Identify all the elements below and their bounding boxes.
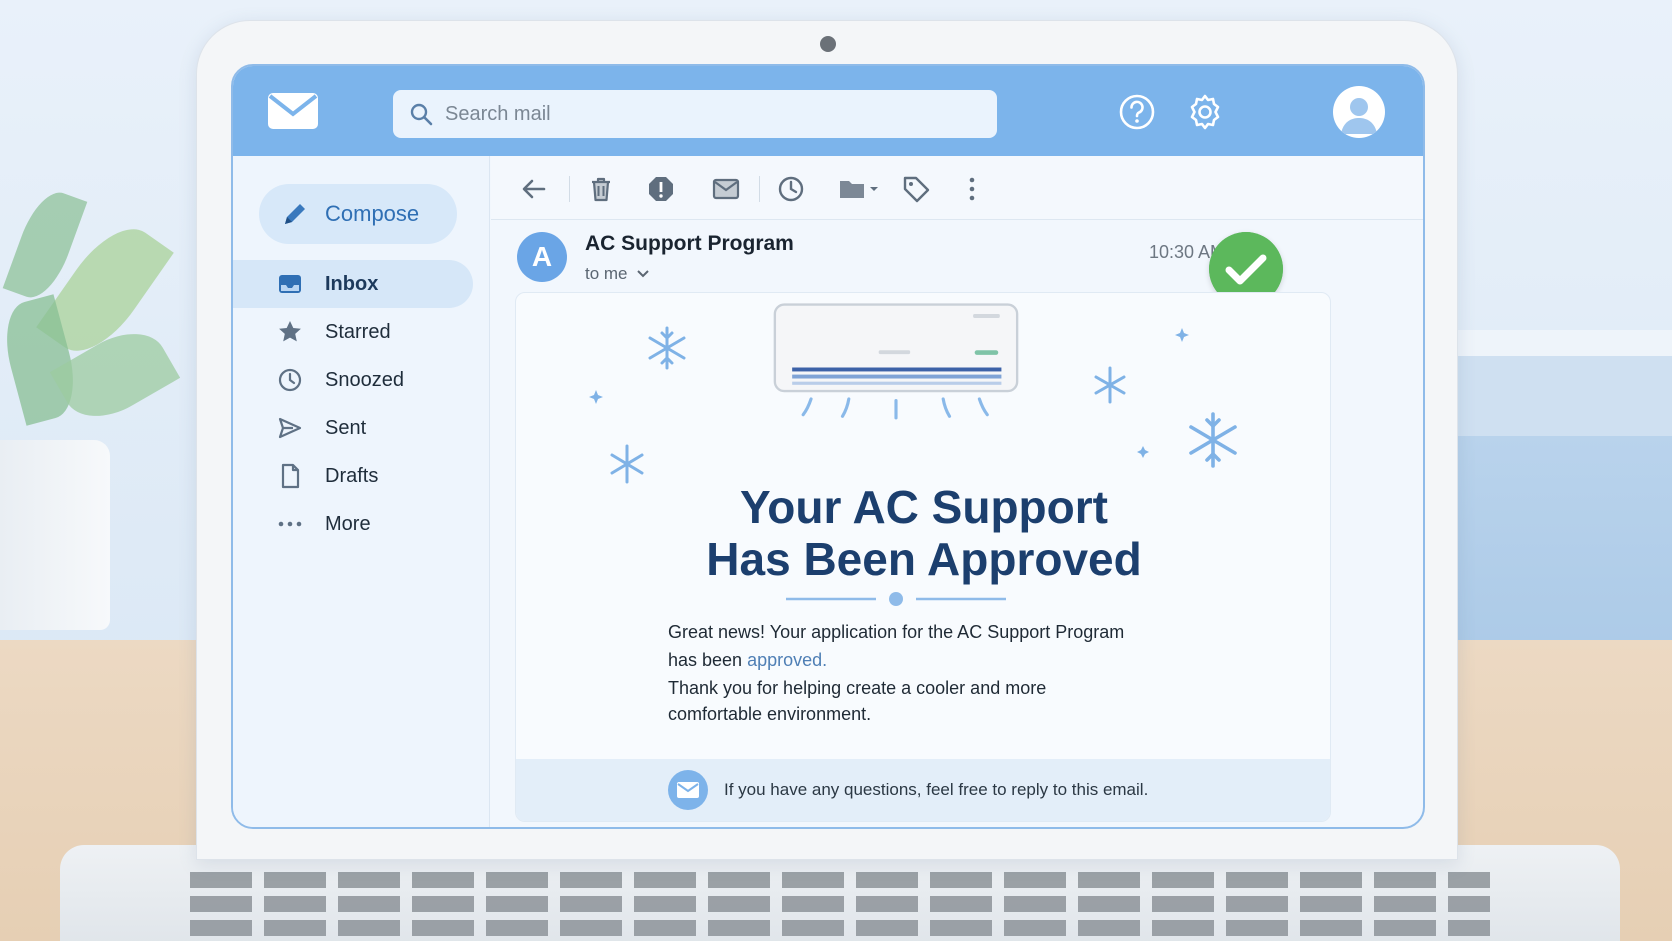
search-input[interactable] (445, 102, 965, 126)
sender-name: AC Support Program (585, 232, 794, 255)
sidebar-item-sent[interactable]: Sent (233, 404, 473, 452)
snowflake-icon (610, 444, 644, 484)
snowflake-icon (1189, 412, 1237, 468)
recipient-label: to me (585, 264, 628, 283)
approved-highlight: approved. (747, 650, 828, 670)
inbox-icon (279, 275, 301, 293)
search-icon[interactable] (409, 102, 433, 126)
search-bar[interactable] (393, 90, 997, 138)
email-body-text: Great news! Your application for the AC … (668, 618, 1228, 726)
sidebar-item-label: Drafts (325, 464, 379, 487)
app-header (233, 66, 1423, 156)
more-vert-icon[interactable] (957, 174, 987, 204)
plant-pot (0, 440, 110, 630)
footer-text: If you have any questions, feel free to … (724, 780, 1149, 799)
move-folder-icon[interactable] (837, 174, 881, 204)
back-arrow-icon[interactable] (519, 174, 549, 204)
body-line: Thank you for helping create a cooler an… (668, 678, 1047, 698)
label-tag-icon[interactable] (901, 174, 931, 204)
headline-line: Has Been Approved (706, 533, 1142, 585)
sidebar-item-more[interactable]: More (233, 500, 473, 548)
mail-logo-icon[interactable] (267, 92, 319, 130)
sidebar-item-label: Snoozed (325, 368, 404, 391)
settings-gear-icon[interactable] (1185, 92, 1225, 132)
envelope-icon (668, 770, 708, 810)
snowflake-icon (1094, 366, 1126, 404)
clock-icon (278, 368, 302, 392)
sidebar-item-label: Inbox (325, 272, 379, 295)
body-line: Great news! Your application for the AC … (668, 622, 1125, 642)
mail-app-window: Compose Inbox Starred Snoozed (231, 64, 1425, 829)
sidebar-item-drafts[interactable]: Drafts (233, 452, 473, 500)
more-dots-icon (278, 521, 302, 527)
headline-line: Your AC Support (740, 481, 1108, 533)
snooze-clock-icon[interactable] (776, 174, 806, 204)
sparkle-icon (1137, 446, 1149, 458)
trash-icon[interactable] (586, 174, 616, 204)
star-icon (279, 321, 301, 342)
snowflake-icon (648, 326, 686, 370)
report-spam-icon[interactable] (646, 174, 676, 204)
body-line: has been approved. (668, 646, 1228, 674)
body-line-prefix: has been (668, 650, 748, 670)
sparkle-icon (1175, 328, 1189, 342)
sparkle-icon (589, 390, 603, 404)
compose-label: Compose (325, 201, 420, 226)
email-headline: Your AC Support Has Been Approved (516, 481, 1330, 585)
compose-button[interactable]: Compose (259, 184, 457, 244)
draft-icon (281, 463, 300, 489)
webcam (820, 36, 836, 52)
pencil-icon (285, 204, 305, 224)
sidebar-item-inbox[interactable]: Inbox (233, 260, 473, 308)
email-footer: If you have any questions, feel free to … (516, 759, 1330, 821)
sidebar-item-starred[interactable]: Starred (233, 308, 473, 356)
sidebar-item-label: Starred (325, 320, 391, 343)
mark-unread-icon[interactable] (711, 174, 741, 204)
toolbar-divider (759, 176, 760, 202)
email-body: Your AC Support Has Been Approved Great … (515, 292, 1331, 822)
sidebar-item-snoozed[interactable]: Snoozed (233, 356, 473, 404)
toolbar-divider (569, 176, 570, 202)
message-header: A AC Support Program to me 10:30 AM (491, 220, 1423, 300)
sidebar: Compose Inbox Starred Snoozed Sent Draft… (233, 156, 490, 827)
send-icon (278, 417, 302, 439)
sidebar-item-label: Sent (325, 416, 367, 439)
air-conditioner-illustration (773, 303, 1019, 420)
chevron-down-icon (637, 270, 649, 278)
decorative-divider (786, 592, 1006, 606)
help-icon[interactable] (1117, 92, 1157, 132)
recipient-details-toggle[interactable]: to me (585, 264, 650, 284)
user-avatar[interactable] (1333, 86, 1385, 138)
message-toolbar (491, 156, 1423, 220)
sidebar-item-label: More (325, 512, 371, 535)
body-line: comfortable environment. (668, 704, 872, 724)
laptop-keyboard (190, 872, 1490, 941)
sender-avatar: A (517, 232, 567, 282)
user-profile-icon (1341, 98, 1377, 134)
